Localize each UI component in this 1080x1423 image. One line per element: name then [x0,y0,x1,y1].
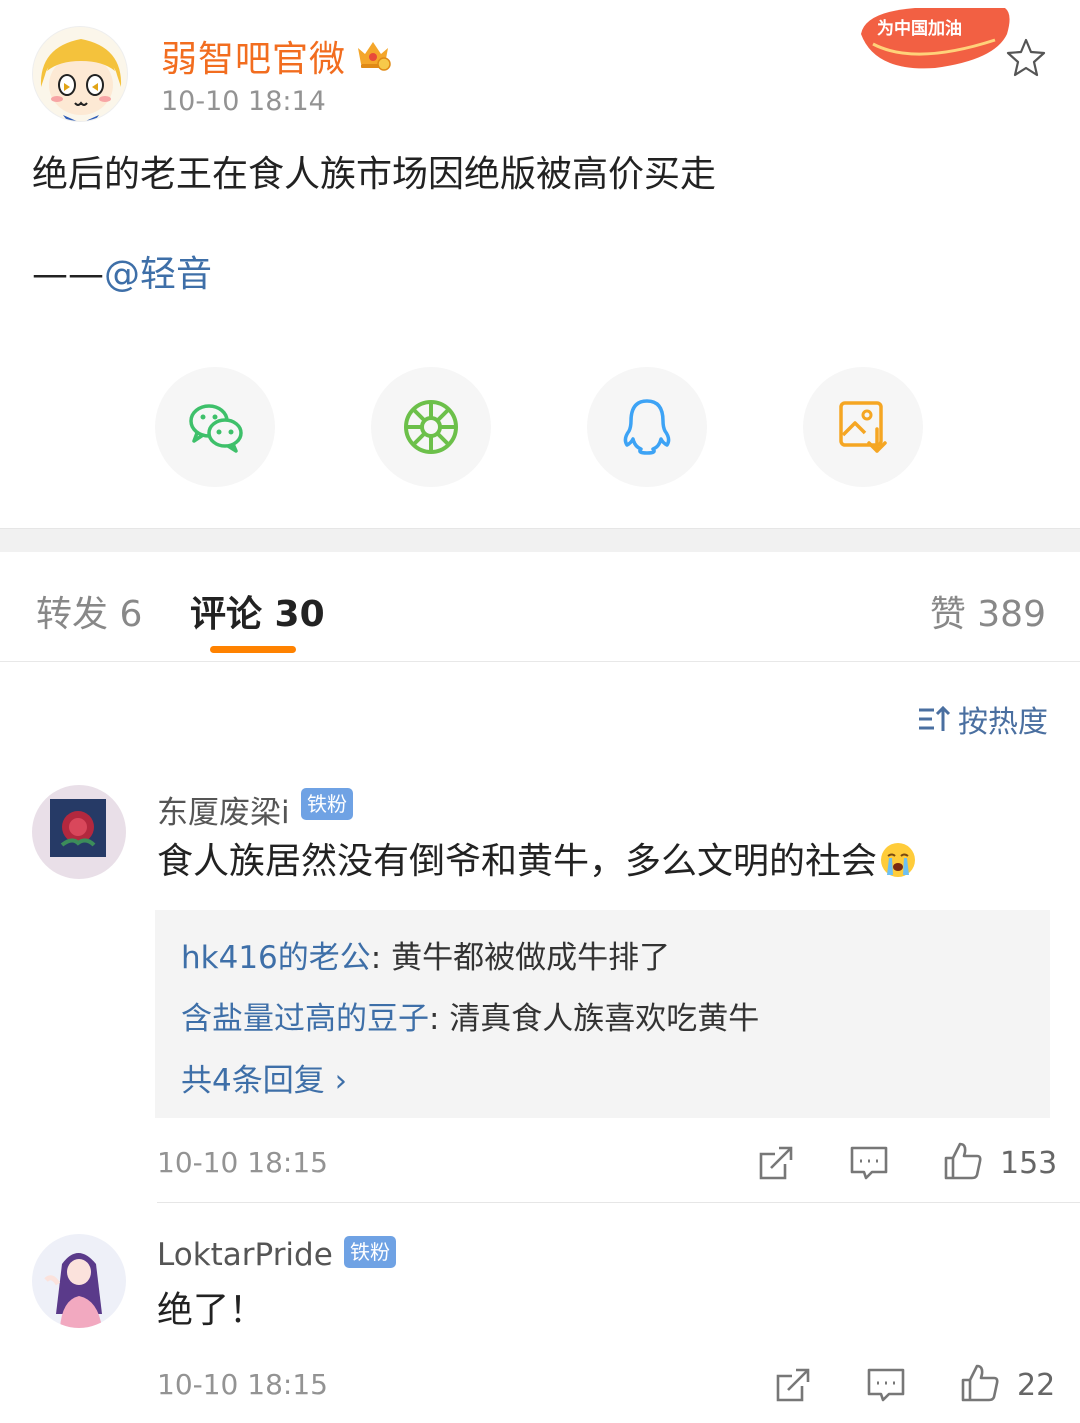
reply-item: hk416的老公: 黄牛都被做成牛排了 [181,932,670,977]
reply-text: 黄牛都被做成牛排了 [391,940,671,976]
anime-girl-avatar-image [32,1234,126,1328]
external-share-icon [759,1146,793,1180]
replies-box: hk416的老公: 黄牛都被做成牛排了 含盐量过高的豆子: 清真食人族喜欢吃黄牛… [155,910,1050,1118]
mention-link[interactable]: @轻音 [104,254,212,295]
reply-comment-button[interactable] [865,1364,907,1410]
commenter-name[interactable]: LoktarPride [157,1237,333,1273]
comment-divider [157,1202,1080,1203]
external-share-icon [776,1368,810,1402]
favorite-star-button[interactable] [1004,36,1048,80]
iron-fan-badge: 铁粉 [301,788,353,820]
share-wechat-button[interactable] [155,367,275,487]
sort-by-hot-button[interactable]: 按热度 [916,697,1048,741]
tab-likes[interactable]: 赞 389 [930,585,1046,637]
sort-icon [919,705,951,731]
comment-text-body: 食人族居然没有倒爷和黄牛，多么文明的社会 [157,841,878,882]
cheer-badge-text: 为中国加油 [877,18,962,39]
reply-separator: : [429,1001,450,1037]
post-header: 弱智吧官微 10-10 18:14 为中国加油 [0,0,1080,140]
comment-time: 10-10 18:15 [157,1146,328,1179]
comment-bubble-icon [850,1146,888,1180]
cheer-china-badge: 为中国加油 [861,8,1010,69]
view-all-replies-link[interactable]: 共4条回复 › [181,1055,347,1100]
reply-comment-button[interactable] [848,1142,890,1188]
active-tab-indicator [210,646,296,653]
section-separator [0,528,1080,552]
share-qq-button[interactable] [587,367,707,487]
moments-icon [404,400,458,454]
rose-painting-avatar-image [32,785,126,879]
reply-separator: : [370,940,392,976]
iron-fan-badge: 铁粉 [344,1236,396,1268]
tab-reposts[interactable]: 转发 6 [36,585,142,637]
save-image-icon [839,401,887,453]
commenter-name[interactable]: 东厦废梁i [157,787,290,832]
like-count: 22 [1017,1368,1056,1403]
comment-text: 绝了！ [157,1290,266,1331]
post-signature: ——@轻音 [32,250,212,300]
sort-label: 按热度 [958,705,1048,740]
thumbs-up-icon [944,1142,982,1180]
save-image-button[interactable] [803,367,923,487]
author-name[interactable]: 弱智吧官微 [161,30,346,82]
comment-bubble-icon [867,1368,905,1402]
star-icon [1006,38,1046,77]
post-text: 绝后的老王在食人族市场因绝版被高价买走 [32,154,717,195]
share-moments-button[interactable] [371,367,491,487]
reply-user[interactable]: 含盐量过高的豆子 [181,1001,429,1037]
qq-icon [623,399,671,455]
thumbs-up-icon [961,1364,999,1402]
reply-text: 清真食人族喜欢吃黄牛 [449,1001,760,1037]
wechat-icon [189,404,243,453]
share-comment-button[interactable] [772,1364,814,1410]
comment-time: 10-10 18:15 [157,1368,328,1401]
like-comment-button[interactable] [942,1140,984,1186]
like-comment-button[interactable] [959,1362,1001,1408]
reply-user[interactable]: hk416的老公 [181,940,371,976]
commenter-avatar[interactable] [32,1234,126,1328]
comment-text: 食人族居然没有倒爷和黄牛，多么文明的社会 [157,838,917,886]
popuko-avatar-image [33,27,127,121]
tab-comments[interactable]: 评论 30 [190,585,325,637]
crying-emoji-icon [881,843,916,877]
tabs-divider [0,661,1080,662]
post-time: 10-10 18:14 [161,86,326,117]
signature-dash: —— [32,254,104,295]
crown-member-icon [358,42,391,71]
commenter-avatar[interactable] [32,785,126,879]
author-avatar[interactable] [32,26,128,122]
reply-item: 含盐量过高的豆子: 清真食人族喜欢吃黄牛 [181,993,759,1038]
like-count: 153 [1000,1146,1058,1181]
share-comment-button[interactable] [755,1142,797,1188]
